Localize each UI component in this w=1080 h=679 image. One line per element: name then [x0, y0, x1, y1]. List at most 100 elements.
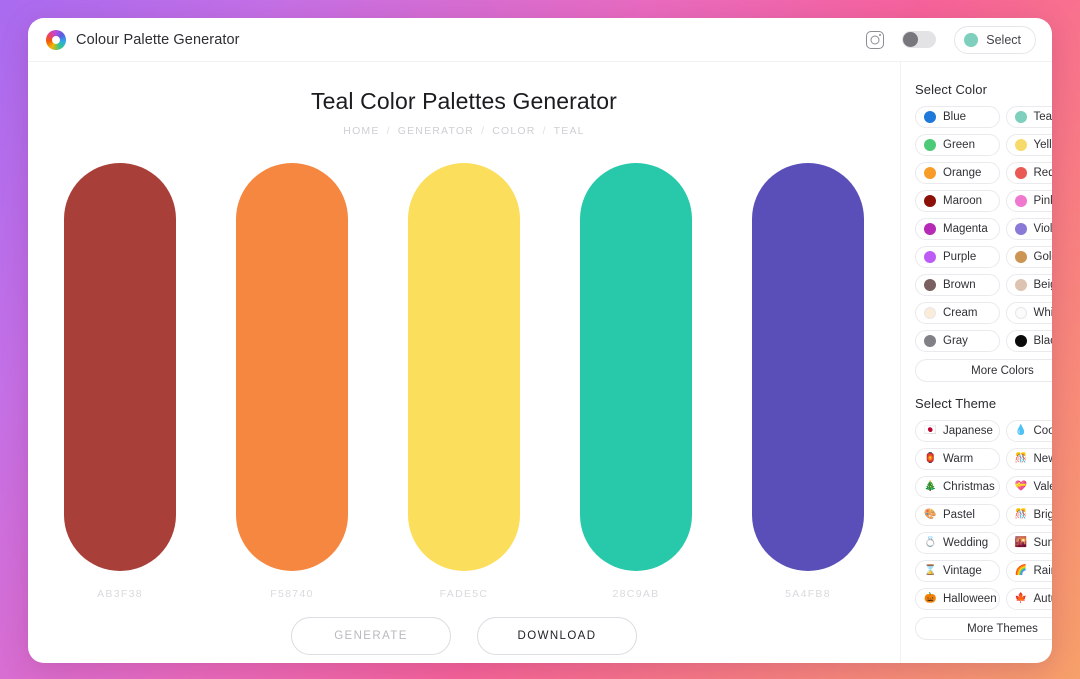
color-chip-beige[interactable]: Beige: [1005, 274, 1053, 296]
breadcrumb-item-home[interactable]: HOME: [343, 125, 379, 137]
jack-o-lantern-icon: 🎃: [924, 593, 937, 604]
theme-chip-label: Japanese: [943, 425, 993, 437]
main-content: Teal Color Palettes Generator HOME / GENER…: [28, 62, 900, 663]
color-chip-purple[interactable]: Purple: [915, 246, 1000, 268]
theme-chip-label: Rainbow: [1033, 565, 1053, 577]
lantern-icon: 🏮: [924, 453, 937, 464]
color-chip-pink[interactable]: Pink: [1005, 190, 1053, 212]
color-dot-icon: [924, 279, 936, 291]
color-chip-label: Magenta: [943, 223, 988, 235]
color-chip-gold[interactable]: Gold: [1005, 246, 1052, 268]
theme-chip-bright[interactable]: 🎊 Bright: [1005, 504, 1052, 526]
color-chip-label: Maroon: [943, 195, 982, 207]
theme-chip-rainbow[interactable]: 🌈 Rainbow: [1005, 560, 1053, 582]
color-chip-blue[interactable]: Blue: [915, 106, 1000, 128]
theme-chip-new-year[interactable]: 🎊 New-Year: [1005, 448, 1053, 470]
color-chip-label: Green: [943, 139, 975, 151]
swatch-color-bar[interactable]: [236, 163, 348, 571]
select-theme-heading: Select Theme: [915, 396, 997, 411]
theme-chip-label: Vintage: [943, 565, 982, 577]
breadcrumb-item-generator[interactable]: GENERATOR: [398, 125, 474, 137]
brand: Colour Palette Generator: [46, 29, 240, 50]
swatch-color-bar[interactable]: [64, 163, 176, 571]
theme-toggle-switch[interactable]: [902, 31, 937, 48]
color-chip-brown[interactable]: Brown: [915, 274, 1000, 296]
brand-title: Colour Palette Generator: [76, 31, 240, 48]
swatch-hex-label: AB3F38: [97, 588, 143, 600]
select-button-label: Select: [986, 32, 1021, 47]
color-dot-icon: [1014, 279, 1027, 291]
palette-swatch[interactable]: 28C9AB: [580, 163, 692, 600]
theme-chip-label: Warm: [943, 453, 974, 465]
sidebar: Select Color Blue Teal Green Yellow Orange Re…: [900, 62, 1052, 663]
theme-chip-christmas[interactable]: 🎄 Christmas: [915, 476, 1000, 498]
color-chip-yellow[interactable]: Yellow: [1005, 134, 1053, 156]
theme-chip-label: Valentine: [1033, 481, 1053, 493]
select-button[interactable]: Select: [954, 25, 1036, 54]
color-chip-green[interactable]: Green: [915, 134, 1000, 156]
color-chip-maroon[interactable]: Maroon: [915, 190, 1000, 212]
theme-chip-label: Autumn: [1033, 593, 1053, 605]
sunset-city-icon: 🌇: [1014, 537, 1027, 548]
palette-swatch[interactable]: AB3F38: [64, 163, 176, 600]
theme-chip-halloween[interactable]: 🎃 Halloween: [915, 588, 1000, 610]
color-dot-icon: [924, 111, 936, 123]
color-chip-magenta[interactable]: Magenta: [915, 218, 1000, 240]
theme-chip-label: Christmas: [943, 481, 995, 493]
theme-chip-cool[interactable]: 💧 Cool: [1005, 420, 1052, 442]
color-chip-label: Pink: [1033, 195, 1053, 207]
more-themes-button[interactable]: More Themes: [915, 617, 1052, 640]
palette-swatches: AB3F38 F58740 FADE5C 28C9AB 5A4FB8: [28, 163, 900, 600]
palette-swatch[interactable]: 5A4FB8: [752, 163, 864, 600]
color-dot-icon: [924, 223, 936, 235]
theme-chip-wedding[interactable]: 💍 Wedding: [915, 532, 1000, 554]
color-dot-icon: [1014, 223, 1027, 235]
color-dot-icon: [1014, 139, 1027, 151]
palette-swatch[interactable]: FADE5C: [408, 163, 520, 600]
theme-chip-pastel[interactable]: 🎨 Pastel: [915, 504, 1000, 526]
theme-chip-autumn[interactable]: 🍁 Autumn: [1005, 588, 1053, 610]
breadcrumb-item-teal[interactable]: TEAL: [554, 125, 585, 137]
color-chip-violet[interactable]: Violet: [1005, 218, 1052, 240]
color-dot-icon: [924, 251, 936, 263]
theme-chip-label: Halloween: [943, 593, 997, 605]
color-chip-teal[interactable]: Teal: [1005, 106, 1052, 128]
color-chip-gray[interactable]: Gray: [915, 330, 1000, 352]
color-dot-icon: [1014, 335, 1027, 347]
color-chip-label: Cream: [943, 307, 978, 319]
theme-chip-japanese[interactable]: 🇯🇵 Japanese: [915, 420, 1000, 442]
color-chip-white[interactable]: White: [1005, 302, 1052, 324]
color-chip-orange[interactable]: Orange: [915, 162, 1000, 184]
theme-chip-valentine[interactable]: 💝 Valentine: [1005, 476, 1053, 498]
color-chip-black[interactable]: Black: [1005, 330, 1052, 352]
color-dot-icon: [1014, 251, 1027, 263]
color-chip-label: Beige: [1033, 279, 1053, 291]
select-color-heading: Select Color: [915, 82, 988, 97]
artist-palette-icon: 🎨: [924, 509, 937, 520]
color-chip-label: Red: [1033, 167, 1053, 179]
swatch-hex-label: FADE5C: [439, 588, 489, 600]
heart-ribbon-icon: 💝: [1014, 481, 1027, 492]
color-chip-red[interactable]: Red: [1005, 162, 1053, 184]
color-dot-icon: [1014, 111, 1027, 123]
swatch-color-bar[interactable]: [752, 163, 864, 571]
breadcrumb-item-color[interactable]: COLOR: [492, 125, 535, 137]
palette-swatch[interactable]: F58740: [236, 163, 348, 600]
app-header: Colour Palette Generator Select: [28, 18, 1052, 62]
ring-icon: 💍: [924, 537, 937, 548]
swatch-color-bar[interactable]: [408, 163, 520, 571]
more-colors-button[interactable]: More Colors: [915, 359, 1052, 382]
generate-button[interactable]: GENERATE: [291, 617, 451, 655]
download-button[interactable]: DOWNLOAD: [477, 617, 637, 655]
swatch-color-bar[interactable]: [580, 163, 692, 571]
breadcrumb-separator: /: [542, 125, 547, 137]
color-chip-cream[interactable]: Cream: [915, 302, 1000, 324]
color-chip-label: Yellow: [1033, 139, 1053, 151]
instagram-camera-icon[interactable]: [866, 30, 885, 49]
theme-chip-label: Pastel: [943, 509, 975, 521]
theme-chip-warm[interactable]: 🏮 Warm: [915, 448, 1000, 470]
theme-chip-vintage[interactable]: ⌛ Vintage: [915, 560, 1000, 582]
theme-chip-sunset[interactable]: 🌇 Sunset: [1005, 532, 1052, 554]
color-dot-icon: [924, 139, 936, 151]
theme-chip-label: New-Year: [1033, 453, 1053, 465]
